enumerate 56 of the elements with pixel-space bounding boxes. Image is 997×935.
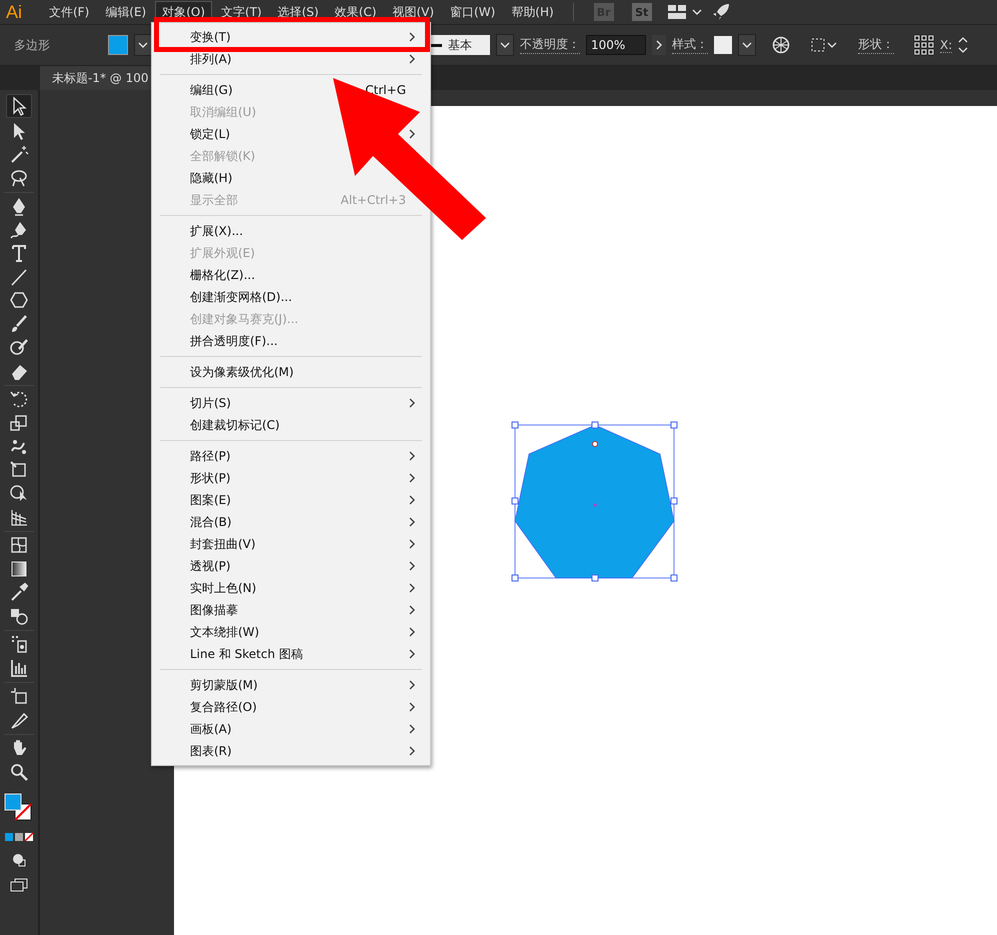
menu-item[interactable]: 隐藏(H) — [190, 170, 232, 186]
caret-icon — [500, 41, 510, 49]
menu-item[interactable]: Line 和 Sketch 图稿 — [190, 646, 303, 662]
menu-item[interactable]: 拼合透明度(F)... — [190, 332, 278, 350]
fill-dropdown[interactable] — [134, 34, 152, 56]
menu-item[interactable]: 文件(F) — [42, 0, 96, 24]
menu-item[interactable]: 复合路径(O) — [190, 698, 257, 716]
profile-dropdown[interactable] — [496, 34, 514, 56]
menu-item[interactable]: 封套扭曲(V) — [190, 536, 256, 552]
style-label: 样式： — [672, 36, 708, 54]
menu-item[interactable]: 创建裁切标记(C) — [190, 416, 280, 434]
opacity-button[interactable] — [652, 35, 666, 55]
shortcut-label: Alt+Ctrl+3 — [340, 193, 406, 207]
menu-item[interactable]: 图表(R) — [190, 742, 232, 760]
menu-item[interactable]: 创建渐变网格(D)... — [190, 288, 292, 306]
draw-mode-icon[interactable] — [11, 852, 27, 868]
menu-item[interactable]: 设为像素级优化(M) — [190, 364, 294, 380]
caret-icon — [692, 8, 702, 16]
fill-swatch[interactable] — [108, 35, 128, 55]
caret-icon — [138, 41, 148, 49]
menu-item[interactable]: 路径(P) — [190, 448, 231, 464]
menu-item[interactable]: 帮助(H) — [504, 0, 561, 24]
menu-item[interactable]: 画板(A) — [190, 720, 232, 738]
menu-item[interactable]: 编辑(E) — [98, 0, 154, 24]
transform-icon[interactable] — [810, 37, 838, 53]
menu-item[interactable]: 实时上色(N) — [190, 580, 256, 596]
rocket-icon[interactable] — [712, 3, 730, 21]
tool-name-label: 多边形 — [14, 36, 51, 54]
caret-icon — [742, 41, 752, 49]
opacity-field[interactable]: 100% — [586, 35, 646, 55]
menu-item[interactable]: 栅格化(Z)... — [190, 266, 256, 284]
menu-item[interactable]: 透视(P) — [190, 558, 231, 574]
screen-mode-icon[interactable] — [10, 878, 28, 892]
opacity-label: 不透明度： — [520, 36, 580, 54]
menu-item[interactable]: 变换(T) — [190, 28, 231, 46]
menu-item[interactable]: 扩展(X)... — [190, 222, 244, 240]
color-mode-icon[interactable] — [4, 832, 34, 842]
workspace-icon[interactable] — [668, 5, 686, 19]
spinner-icon[interactable] — [958, 35, 968, 55]
menu-item[interactable]: 图像描摹 — [190, 602, 238, 618]
menu-item[interactable]: 切片(S) — [190, 394, 231, 412]
menu-item[interactable]: 锁定(L) — [190, 126, 230, 142]
menu-item[interactable]: 文本绕排(W) — [190, 624, 260, 640]
chevron-icon — [655, 40, 663, 50]
style-dropdown[interactable] — [738, 34, 756, 56]
app-logo[interactable]: Ai — [6, 2, 40, 22]
menu-item[interactable]: 窗口(W) — [443, 0, 502, 24]
menu-item[interactable]: 剪切蒙版(M) — [190, 676, 258, 694]
menu-item[interactable]: 形状(P) — [190, 470, 231, 486]
menu-item[interactable]: 图案(E) — [190, 492, 231, 508]
menu-item[interactable]: 混合(B) — [190, 514, 232, 530]
shape-label: 形状： — [858, 36, 894, 54]
style-swatch[interactable] — [714, 36, 732, 54]
x-label: X: — [940, 38, 952, 52]
reference-point-icon[interactable] — [914, 35, 934, 55]
menu-item[interactable]: 排列(A) — [190, 50, 232, 68]
